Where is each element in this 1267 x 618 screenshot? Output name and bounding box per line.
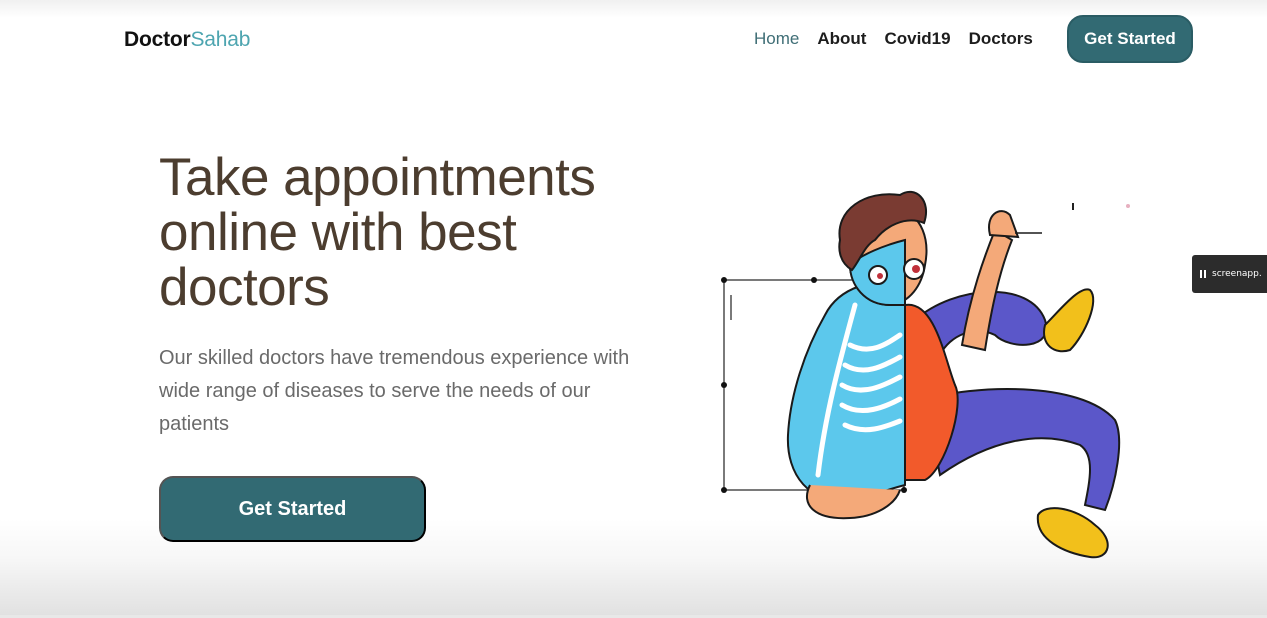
brand-name-bold: Doctor — [124, 28, 191, 51]
hero-subtitle-line: patients — [159, 413, 230, 435]
hero-subtitle-line: wide range of diseases to serve the need… — [159, 380, 591, 402]
brand-name-accent: Sahab — [190, 28, 251, 51]
screen-recorder-badge[interactable]: screenapp. — [1192, 255, 1267, 293]
hero-title: Take appointments online with best docto… — [159, 150, 719, 315]
hero-title-line: online with best — [159, 203, 517, 262]
hero-subtitle-line: Our skilled doctors have tremendous expe… — [159, 347, 630, 369]
navbar: DoctorSahab Home About Covid19 Doctors G… — [0, 0, 1267, 80]
recorder-badge-label: screenapp. — [1212, 269, 1262, 279]
nav-link-about[interactable]: About — [817, 29, 866, 49]
nav-link-doctors[interactable]: Doctors — [969, 29, 1033, 49]
pause-icon — [1200, 270, 1206, 278]
hero-title-line: Take appointments — [159, 148, 596, 207]
nav-links: Home About Covid19 Doctors — [754, 29, 1033, 49]
brand-logo[interactable]: DoctorSahab — [124, 28, 250, 52]
nav-link-home[interactable]: Home — [754, 29, 799, 49]
hero-title-line: doctors — [159, 258, 330, 317]
doctor-xray-illustration — [721, 190, 1130, 559]
hero-subtitle: Our skilled doctors have tremendous expe… — [159, 342, 719, 441]
nav-link-covid19[interactable]: Covid19 — [884, 29, 950, 49]
nav-get-started-button[interactable]: Get Started — [1067, 15, 1193, 63]
hero-get-started-button[interactable]: Get Started — [159, 476, 426, 542]
